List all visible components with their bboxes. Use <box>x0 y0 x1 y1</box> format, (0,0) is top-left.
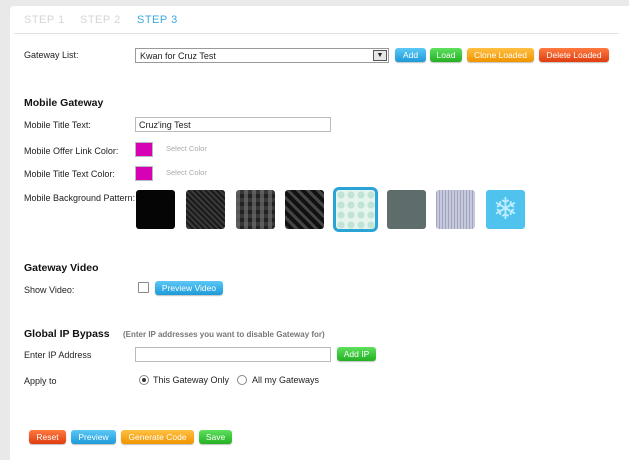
pattern-black-solid[interactable] <box>136 190 175 229</box>
title-text-select-color-link[interactable]: Select Color <box>166 168 207 177</box>
clone-loaded-button[interactable]: Clone Loaded <box>467 48 534 62</box>
save-button[interactable]: Save <box>199 430 232 444</box>
pattern-dark-weave[interactable] <box>236 190 275 229</box>
tab-step-3[interactable]: STEP 3 <box>137 14 178 26</box>
pattern-dark-carbon[interactable] <box>186 190 225 229</box>
gateway-list-select[interactable]: Kwan for Cruz Test ▼ <box>135 48 389 63</box>
tab-step-2[interactable]: STEP 2 <box>80 14 121 26</box>
this-gateway-only-label[interactable]: This Gateway Only <box>153 375 229 385</box>
global-ip-bypass-heading: Global IP Bypass <box>24 328 110 340</box>
pattern-light-teal-dots[interactable] <box>336 190 375 229</box>
gateway-video-heading: Gateway Video <box>24 262 99 274</box>
enter-ip-address-label: Enter IP Address <box>24 350 92 360</box>
all-my-gateways-radio[interactable] <box>237 375 247 385</box>
offer-link-color-swatch[interactable] <box>135 142 153 157</box>
mobile-background-pattern-label: Mobile Background Pattern: <box>24 193 136 203</box>
pattern-blue-snowflakes[interactable]: ❄ <box>486 190 525 229</box>
pattern-dark-diamond[interactable] <box>285 190 324 229</box>
show-video-checkbox[interactable] <box>138 282 149 293</box>
mobile-gateway-heading: Mobile Gateway <box>24 97 104 109</box>
pattern-lavender-lines[interactable] <box>436 190 475 229</box>
preview-button[interactable]: Preview <box>71 430 116 444</box>
mobile-title-text-input[interactable]: Cruz'ing Test <box>135 117 331 132</box>
main-panel <box>10 6 629 460</box>
reset-button[interactable]: Reset <box>29 430 66 444</box>
show-video-label: Show Video: <box>24 285 75 295</box>
delete-loaded-button[interactable]: Delete Loaded <box>539 48 609 62</box>
gateway-list-label: Gateway List: <box>24 50 79 60</box>
tab-step-1[interactable]: STEP 1 <box>24 14 65 26</box>
snowflake-icon: ❄ <box>492 193 519 226</box>
load-button[interactable]: Load <box>430 48 462 62</box>
generate-code-button[interactable]: Generate Code <box>121 430 194 444</box>
mobile-title-text-label: Mobile Title Text: <box>24 120 91 130</box>
ip-address-input[interactable] <box>135 347 331 362</box>
mobile-title-text-color-label: Mobile Title Text Color: <box>24 169 115 179</box>
ip-bypass-hint: (Enter IP addresses you want to disable … <box>123 330 325 339</box>
add-ip-button[interactable]: Add IP <box>337 347 376 361</box>
gateway-list-selected-value: Kwan for Cruz Test <box>140 51 216 61</box>
title-text-color-swatch[interactable] <box>135 166 153 181</box>
dropdown-arrow-icon[interactable]: ▼ <box>373 50 387 61</box>
preview-video-button[interactable]: Preview Video <box>155 281 223 295</box>
this-gateway-only-radio[interactable] <box>139 375 149 385</box>
all-my-gateways-label[interactable]: All my Gateways <box>252 375 319 385</box>
apply-to-label: Apply to <box>24 376 57 386</box>
step-divider <box>14 33 619 34</box>
add-button[interactable]: Add <box>395 48 426 62</box>
pattern-slate-gray[interactable] <box>387 190 426 229</box>
mobile-offer-link-color-label: Mobile Offer Link Color: <box>24 146 119 156</box>
offer-link-select-color-link[interactable]: Select Color <box>166 144 207 153</box>
